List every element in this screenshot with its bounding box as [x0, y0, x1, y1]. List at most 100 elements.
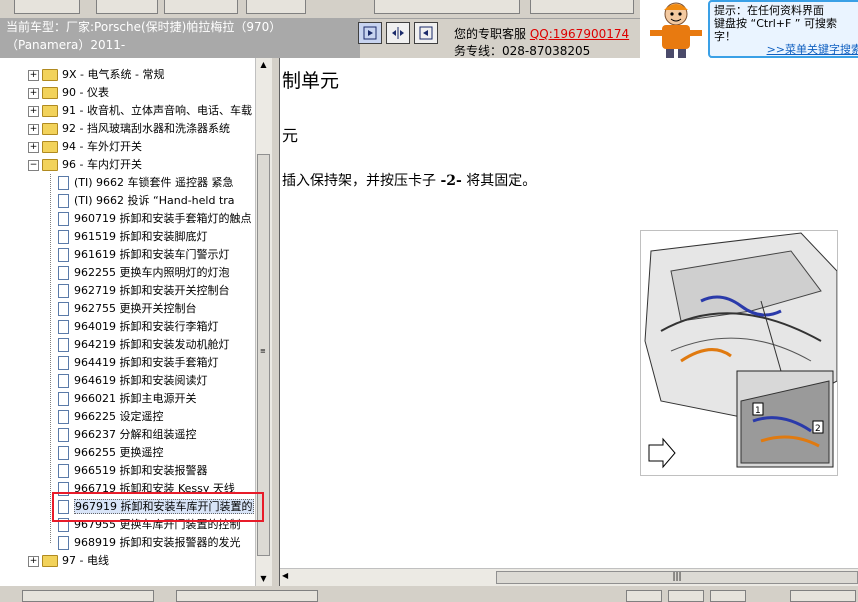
- collapse-icon[interactable]: −: [28, 159, 39, 171]
- navigation-tree: +9X - 电气系统 - 常规 +90 - 仪表 +91 - 收音机、立体声音响、电…: [0, 58, 273, 586]
- tip-line-1: 提示：在任何资料界面: [714, 4, 824, 17]
- tree-folder-item[interactable]: +9X - 电气系统 - 常规: [28, 66, 164, 84]
- content-scroll-thumb[interactable]: |||: [496, 571, 858, 584]
- tree-document-item[interactable]: 964419 拆卸和安装手套箱灯: [58, 354, 219, 372]
- instruction-text-pre: 插入保持架，并按压卡子: [282, 173, 441, 189]
- document-icon: [58, 428, 69, 442]
- expand-icon[interactable]: +: [28, 69, 39, 81]
- document-icon: [58, 248, 69, 262]
- keyword-search-link[interactable]: >>菜单关键字搜索: [767, 43, 858, 56]
- tree-document-item[interactable]: (TI) 9662 投诉 “Hand-held tra: [58, 192, 235, 210]
- toolbar-button-5[interactable]: [374, 0, 520, 14]
- document-icon: [58, 266, 69, 280]
- bottom-button-3[interactable]: [626, 590, 662, 602]
- tree-document-item[interactable]: 964219 拆卸和安装发动机舱灯: [58, 336, 230, 354]
- vehicle-line-2: （Panamera）2011-: [6, 38, 126, 52]
- section-subtitle: 元: [282, 126, 299, 145]
- tree-folder-item[interactable]: +92 - 挡风玻璃刮水器和洗涤器系统: [28, 120, 230, 138]
- tree-item-label: (TI) 9662 车锁套件 遥控器 紧急: [74, 176, 234, 189]
- toolbar-button-2[interactable]: [96, 0, 158, 14]
- tree-item-label: 968919 拆卸和安装报警器的发光: [74, 536, 241, 549]
- document-icon: [58, 284, 69, 298]
- tree-item-label: 966021 拆卸主电源开关: [74, 392, 197, 405]
- expand-icon[interactable]: +: [28, 141, 39, 153]
- tree-document-item[interactable]: 964019 拆卸和安装行李箱灯: [58, 318, 219, 336]
- tree-document-item[interactable]: 961519 拆卸和安装脚底灯: [58, 228, 208, 246]
- tree-item-label: 966225 设定遥控: [74, 410, 164, 423]
- expand-icon[interactable]: +: [28, 555, 39, 567]
- tree-document-item[interactable]: 962255 更换车内照明灯的灯泡: [58, 264, 230, 282]
- expand-icon[interactable]: +: [28, 87, 39, 99]
- folder-icon: [42, 141, 58, 153]
- bottom-button-2[interactable]: [176, 590, 318, 602]
- tree-folder-item[interactable]: − 96 - 车内灯开关: [28, 156, 142, 174]
- view-split-button[interactable]: [386, 22, 410, 44]
- document-icon: [58, 212, 69, 226]
- document-icon: [58, 374, 69, 388]
- folder-icon: [42, 555, 58, 567]
- tree-item-label: 962755 更换开关控制台: [74, 302, 197, 315]
- qq-link[interactable]: QQ:1967900174: [530, 27, 629, 41]
- pane-splitter[interactable]: [272, 58, 280, 586]
- instruction-paragraph: 插入保持架，并按压卡子 -2- 将其固定。: [282, 170, 536, 190]
- tree-item-label: 966255 更换遥控: [74, 446, 164, 459]
- tree-item-label: 94 - 车外灯开关: [62, 140, 142, 153]
- bottom-button-4[interactable]: [668, 590, 704, 602]
- document-icon: [58, 302, 69, 316]
- toolbar-button-3[interactable]: [164, 0, 238, 14]
- figure-label-1: 1: [755, 406, 761, 416]
- tree-item-label: 961519 拆卸和安装脚底灯: [74, 230, 208, 243]
- document-icon: [58, 320, 69, 334]
- tree-folder-item[interactable]: +97 - 电线: [28, 552, 109, 570]
- tree-document-item[interactable]: 966519 拆卸和安装报警器: [58, 462, 208, 480]
- tree-item-label: 964419 拆卸和安装手套箱灯: [74, 356, 219, 369]
- tree-document-item[interactable]: 961619 拆卸和安装车门警示灯: [58, 246, 230, 264]
- folder-icon: [42, 69, 58, 81]
- tree-connector-line: [50, 174, 51, 543]
- view-tree-only-button[interactable]: [358, 22, 382, 44]
- customer-service-contact: 您的专职客服 QQ:1967900174 务专线：028-87038205: [454, 26, 629, 60]
- document-icon: [58, 536, 69, 550]
- tree-item-label: 964019 拆卸和安装行李箱灯: [74, 320, 219, 333]
- toolbar-button-1[interactable]: [14, 0, 80, 14]
- bottom-toolbar: [0, 586, 858, 602]
- tree-document-item[interactable]: 962719 拆卸和安装开关控制台: [58, 282, 230, 300]
- scroll-down-icon[interactable]: ▼: [256, 572, 271, 586]
- tree-document-item[interactable]: 968919 拆卸和安装报警器的发光: [58, 534, 241, 552]
- content-horizontal-scrollbar[interactable]: ◀ |||: [280, 568, 858, 587]
- document-icon: [58, 176, 69, 190]
- tip-line-2: 键盘按 “Ctrl+F ” 可搜索: [714, 17, 838, 30]
- toolbar-button-4[interactable]: [246, 0, 306, 14]
- tree-item-label: 964619 拆卸和安装阅读灯: [74, 374, 208, 387]
- document-icon: [58, 464, 69, 478]
- tree-document-item[interactable]: 964619 拆卸和安装阅读灯: [58, 372, 208, 390]
- tree-item-label: (TI) 9662 投诉 “Hand-held tra: [74, 194, 235, 207]
- folder-icon: [42, 123, 58, 135]
- document-icon: [58, 392, 69, 406]
- tree-document-item[interactable]: 960719 拆卸和安装手套箱灯的触点: [58, 210, 252, 228]
- tree-folder-item[interactable]: +94 - 车外灯开关: [28, 138, 142, 156]
- tree-folder-item[interactable]: +90 - 仪表: [28, 84, 109, 102]
- document-icon: [58, 446, 69, 460]
- tree-document-item[interactable]: 966255 更换遥控: [58, 444, 164, 462]
- tree-document-item[interactable]: (TI) 9662 车锁套件 遥控器 紧急: [58, 174, 234, 192]
- tree-document-item[interactable]: 962755 更换开关控制台: [58, 300, 197, 318]
- document-icon: [58, 230, 69, 244]
- bottom-button-1[interactable]: [22, 590, 154, 602]
- tree-item-label: 960719 拆卸和安装手套箱灯的触点: [74, 212, 252, 225]
- tree-document-item[interactable]: 966021 拆卸主电源开关: [58, 390, 197, 408]
- scroll-up-icon[interactable]: ▲: [256, 58, 271, 72]
- bottom-button-6[interactable]: [790, 590, 856, 602]
- tree-folder-item[interactable]: +91 - 收音机、立体声音响、电话、车载: [28, 102, 252, 120]
- view-content-only-button[interactable]: [414, 22, 438, 44]
- toolbar-button-6[interactable]: [530, 0, 634, 14]
- expand-icon[interactable]: +: [28, 123, 39, 135]
- scroll-left-icon[interactable]: ◀: [282, 571, 288, 580]
- tree-document-item[interactable]: 966225 设定遥控: [58, 408, 164, 426]
- tree-item-label: 96 - 车内灯开关: [62, 158, 142, 171]
- bottom-button-5[interactable]: [710, 590, 746, 602]
- tree-document-item[interactable]: 966237 分解和组装遥控: [58, 426, 197, 444]
- expand-icon[interactable]: +: [28, 105, 39, 117]
- search-tip-box: 提示：在任何资料界面 键盘按 “Ctrl+F ” 可搜索 字！ >>菜单关键字搜…: [708, 0, 858, 58]
- split-pane-icon: [392, 27, 404, 39]
